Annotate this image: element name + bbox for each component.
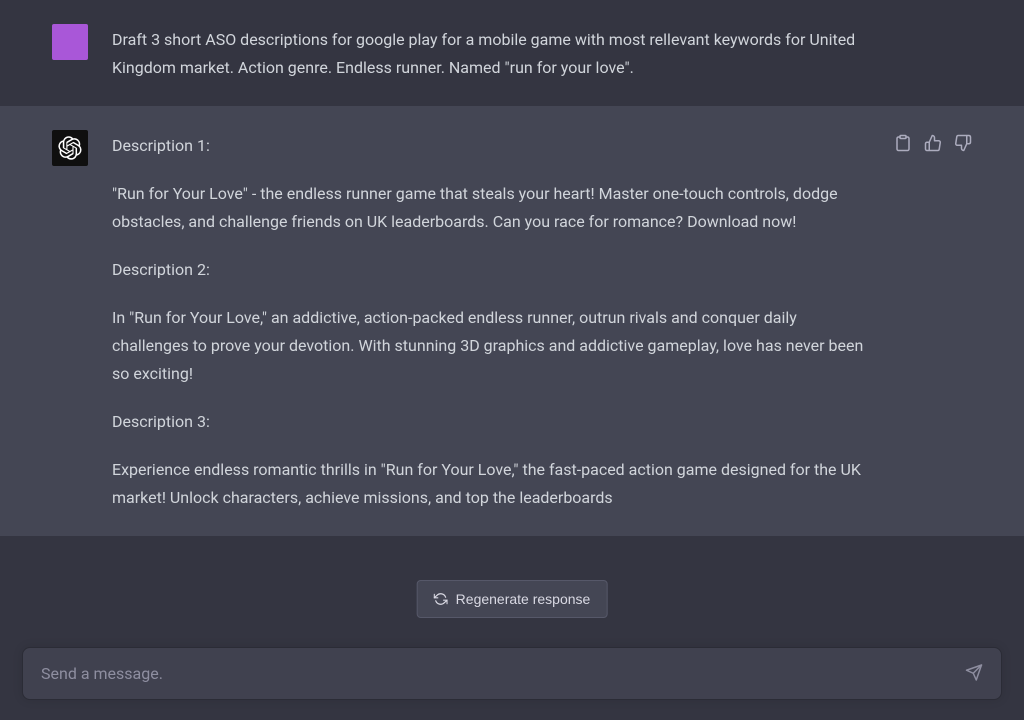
assistant-paragraph: Description 3: (112, 408, 870, 436)
regenerate-button[interactable]: Regenerate response (417, 580, 608, 618)
thumbs-up-icon (924, 134, 942, 152)
clipboard-icon (894, 134, 912, 152)
user-message-content: Draft 3 short ASO descriptions for googl… (112, 24, 860, 82)
openai-logo-icon (58, 136, 82, 160)
assistant-message-row: Description 1: "Run for Your Love" - the… (0, 106, 1024, 536)
user-message-text: Draft 3 short ASO descriptions for googl… (112, 30, 855, 77)
user-message-row: Draft 3 short ASO descriptions for googl… (0, 0, 1024, 106)
assistant-paragraph: "Run for Your Love" - the endless runner… (112, 180, 870, 236)
assistant-paragraph: Description 1: (112, 132, 870, 160)
assistant-paragraph: Description 2: (112, 256, 870, 284)
message-actions (894, 130, 972, 512)
assistant-message-inner: Description 1: "Run for Your Love" - the… (32, 130, 992, 512)
message-input[interactable] (23, 648, 1001, 699)
user-avatar (52, 24, 88, 60)
regenerate-label: Regenerate response (456, 591, 591, 607)
copy-button[interactable] (894, 134, 912, 152)
assistant-avatar (52, 130, 88, 166)
thumbs-up-button[interactable] (924, 134, 942, 152)
thumbs-down-icon (954, 134, 972, 152)
assistant-message-content: Description 1: "Run for Your Love" - the… (112, 130, 870, 512)
refresh-icon (434, 592, 448, 606)
input-area (0, 627, 1024, 720)
input-wrapper (22, 647, 1002, 700)
send-icon (965, 663, 983, 681)
send-button[interactable] (961, 659, 987, 688)
assistant-paragraph: In "Run for Your Love," an addictive, ac… (112, 304, 870, 388)
user-message-inner: Draft 3 short ASO descriptions for googl… (32, 24, 992, 82)
assistant-paragraph: Experience endless romantic thrills in "… (112, 456, 870, 512)
thumbs-down-button[interactable] (954, 134, 972, 152)
user-actions-spacer (884, 24, 972, 82)
